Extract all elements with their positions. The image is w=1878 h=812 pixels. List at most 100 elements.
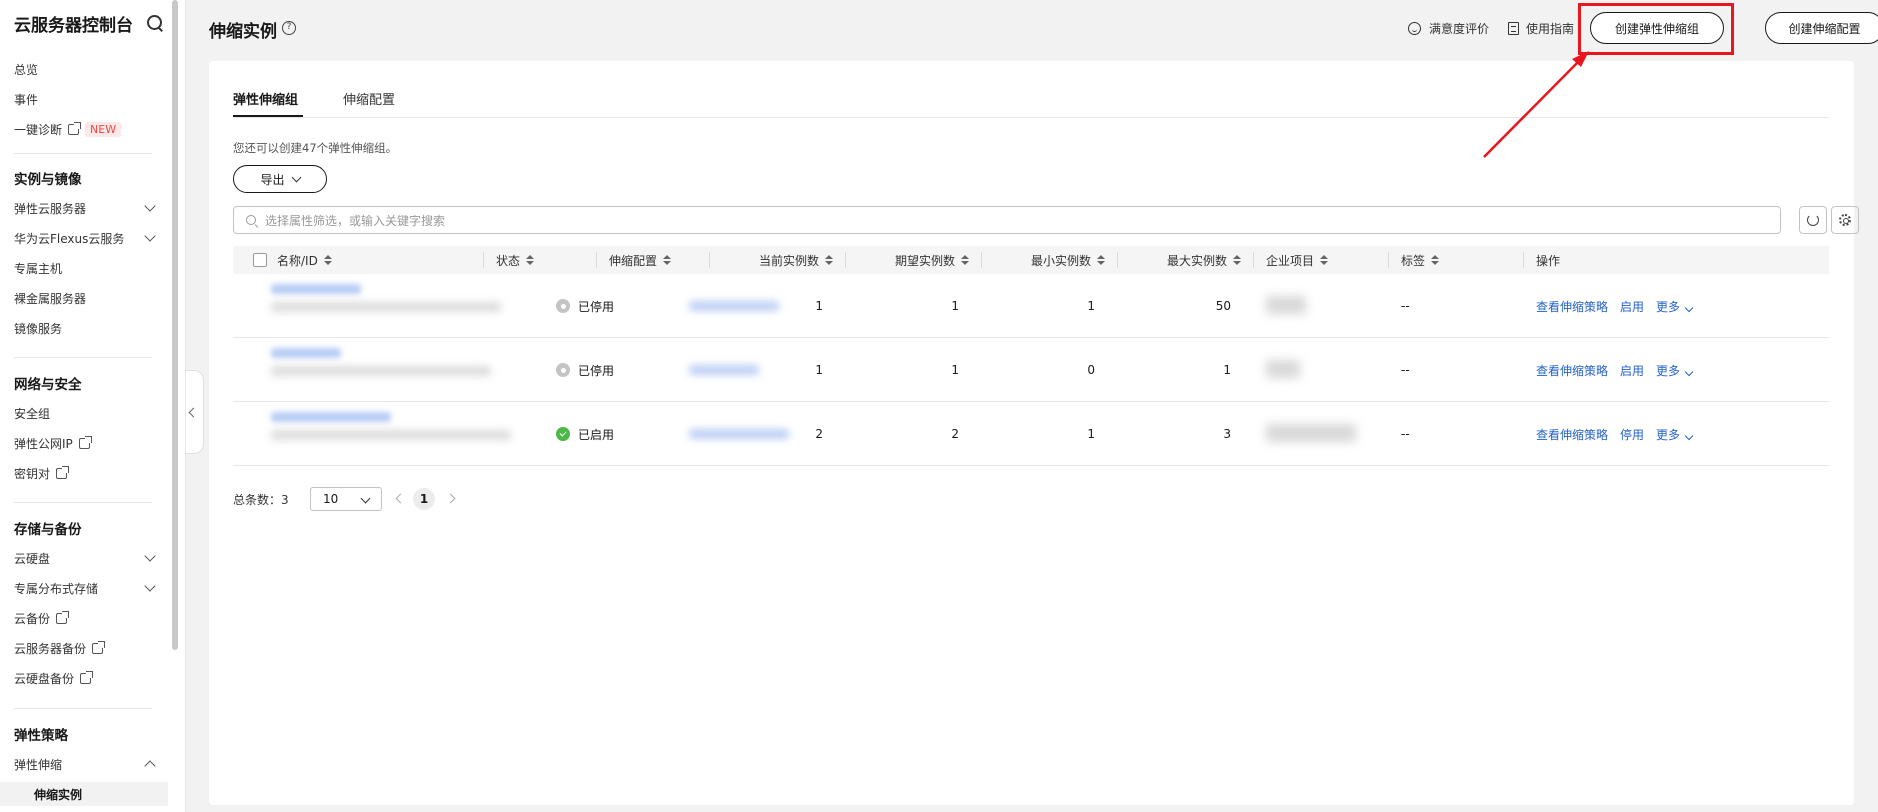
col-desired[interactable]: 期望实例数	[845, 246, 969, 274]
external-link-icon	[56, 465, 70, 479]
current-count: 1	[815, 299, 823, 313]
sort-icon	[323, 255, 332, 265]
sidebar-item-dss[interactable]: 专属分布式存储	[14, 577, 156, 599]
sort-icon	[825, 255, 833, 265]
max-count: 3	[1223, 427, 1231, 441]
sort-icon	[961, 255, 969, 265]
sidebar-divider	[14, 502, 152, 503]
enterprise-project	[1266, 360, 1300, 378]
disabled-status-icon	[556, 299, 570, 313]
col-status[interactable]: 状态	[496, 246, 535, 274]
sort-icon	[663, 255, 672, 265]
sidebar-scrollbar[interactable]	[172, 0, 178, 650]
col-min[interactable]: 最小实例数	[981, 246, 1105, 274]
col-max[interactable]: 最大实例数	[1117, 246, 1241, 274]
refresh-button[interactable]	[1799, 206, 1827, 234]
col-tags[interactable]: 标签	[1401, 246, 1440, 274]
sidebar-item-autoscaling[interactable]: 弹性伸缩	[14, 753, 156, 775]
table-row: 已停用 1 1 0 1 -- 查看伸缩策略 启用 更多	[233, 338, 1829, 402]
col-divider	[1388, 252, 1389, 268]
refresh-icon	[1807, 214, 1819, 226]
table-row: 已启用 2 2 1 3 -- 查看伸缩策略 停用 更多	[233, 402, 1829, 466]
tab-scaling-group[interactable]: 弹性伸缩组	[233, 89, 298, 108]
satisfaction-link[interactable]: 满意度评价	[1408, 20, 1489, 37]
desired-count: 1	[951, 299, 959, 313]
prev-page-icon[interactable]	[395, 493, 406, 504]
next-page-icon[interactable]	[445, 493, 456, 504]
create-scaling-config-button[interactable]: 创建伸缩配置	[1765, 12, 1878, 44]
sidebar-item-diagnosis[interactable]: 一键诊断 NEW	[14, 118, 154, 140]
status-cell: 已停用	[556, 338, 614, 402]
settings-button[interactable]	[1831, 206, 1859, 234]
select-all-checkbox[interactable]	[253, 253, 267, 267]
external-link-icon	[92, 640, 106, 654]
help-icon[interactable]: ?	[282, 21, 296, 35]
sidebar-item-disk-backup[interactable]: 云硬盘备份	[14, 667, 154, 689]
sidebar-item-bms[interactable]: 裸金属服务器	[14, 287, 154, 309]
search-icon[interactable]	[146, 14, 164, 32]
sidebar-item-events[interactable]: 事件	[14, 88, 154, 110]
sidebar-item-keypair[interactable]: 密钥对	[14, 462, 154, 484]
sort-icon	[1431, 255, 1440, 265]
export-button[interactable]: 导出	[233, 165, 327, 193]
col-current[interactable]: 当前实例数	[709, 246, 833, 274]
sidebar-header: 云服务器控制台	[14, 10, 164, 36]
group-name-id[interactable]	[271, 412, 511, 440]
chevron-down-icon	[1684, 303, 1694, 312]
sidebar-item-eip[interactable]: 弹性公网IP	[14, 432, 154, 454]
sidebar-item-flexus[interactable]: 华为云Flexus云服务	[14, 227, 156, 249]
smile-icon	[1408, 22, 1421, 35]
gear-icon	[1839, 214, 1851, 226]
table-header: 名称/ID 状态 伸缩配置 当前实例数 期望实例数 最小实例数 最大实例数 企业…	[233, 246, 1829, 274]
content-card: 弹性伸缩组 伸缩配置 您还可以创建47个弹性伸缩组。 导出 选择属性筛选，或输入…	[209, 61, 1859, 805]
actions-cell: 查看伸缩策略 启用 更多	[1536, 274, 1694, 338]
view-policy-link[interactable]: 查看伸缩策略	[1536, 298, 1608, 315]
desired-count: 2	[951, 427, 959, 441]
max-count: 1	[1223, 363, 1231, 377]
more-dropdown[interactable]: 更多	[1656, 362, 1694, 379]
sidebar-item-security-group[interactable]: 安全组	[14, 402, 154, 424]
col-enterprise[interactable]: 企业项目	[1266, 246, 1329, 274]
col-divider	[596, 252, 597, 268]
group-name-id[interactable]	[271, 284, 501, 312]
sidebar-group-elastic: 弹性策略	[14, 728, 68, 744]
enable-link[interactable]: 启用	[1620, 298, 1644, 315]
sidebar-collapse-button[interactable]	[186, 370, 204, 454]
page-size-select[interactable]: 10	[310, 487, 382, 511]
tab-scaling-config[interactable]: 伸缩配置	[343, 89, 395, 108]
enterprise-project	[1266, 296, 1306, 314]
min-count: 1	[1087, 299, 1095, 313]
table-row: 已停用 1 1 1 50 -- 查看伸缩策略 启用 更多	[233, 274, 1829, 338]
sidebar-item-evs[interactable]: 云硬盘	[14, 547, 156, 569]
sidebar-item-ecs[interactable]: 弹性云服务器	[14, 197, 156, 219]
sidebar-item-cbr[interactable]: 云备份	[14, 607, 154, 629]
enable-link[interactable]: 启用	[1620, 362, 1644, 379]
document-icon	[1508, 22, 1519, 35]
page-number-current[interactable]: 1	[413, 488, 435, 510]
disable-link[interactable]: 停用	[1620, 426, 1644, 443]
sidebar-item-scaling-instances[interactable]: 伸缩实例	[0, 782, 168, 806]
sidebar-item-image[interactable]: 镜像服务	[14, 317, 154, 339]
guide-link[interactable]: 使用指南	[1508, 20, 1574, 37]
col-config[interactable]: 伸缩配置	[609, 246, 672, 274]
sidebar-item-server-backup[interactable]: 云服务器备份	[14, 637, 154, 659]
sidebar-item-overview[interactable]: 总览	[14, 58, 154, 80]
sidebar-divider	[14, 357, 152, 358]
more-dropdown[interactable]: 更多	[1656, 426, 1694, 443]
search-icon	[246, 214, 257, 226]
view-policy-link[interactable]: 查看伸缩策略	[1536, 362, 1608, 379]
group-name-id[interactable]	[271, 348, 491, 376]
external-link-icon	[80, 670, 94, 684]
chevron-down-icon	[360, 493, 371, 504]
col-name[interactable]: 名称/ID	[277, 246, 332, 274]
actions-cell: 查看伸缩策略 启用 更多	[1536, 338, 1694, 402]
tab-divider	[233, 117, 1829, 118]
view-policy-link[interactable]: 查看伸缩策略	[1536, 426, 1608, 443]
search-input[interactable]: 选择属性筛选，或输入关键字搜索	[233, 206, 1781, 234]
chevron-down-icon	[1684, 367, 1694, 376]
tags-cell: --	[1401, 299, 1410, 313]
actions-cell: 查看伸缩策略 停用 更多	[1536, 402, 1694, 466]
desired-count: 1	[951, 363, 959, 377]
sidebar-item-dedicated-host[interactable]: 专属主机	[14, 257, 154, 279]
more-dropdown[interactable]: 更多	[1656, 298, 1694, 315]
